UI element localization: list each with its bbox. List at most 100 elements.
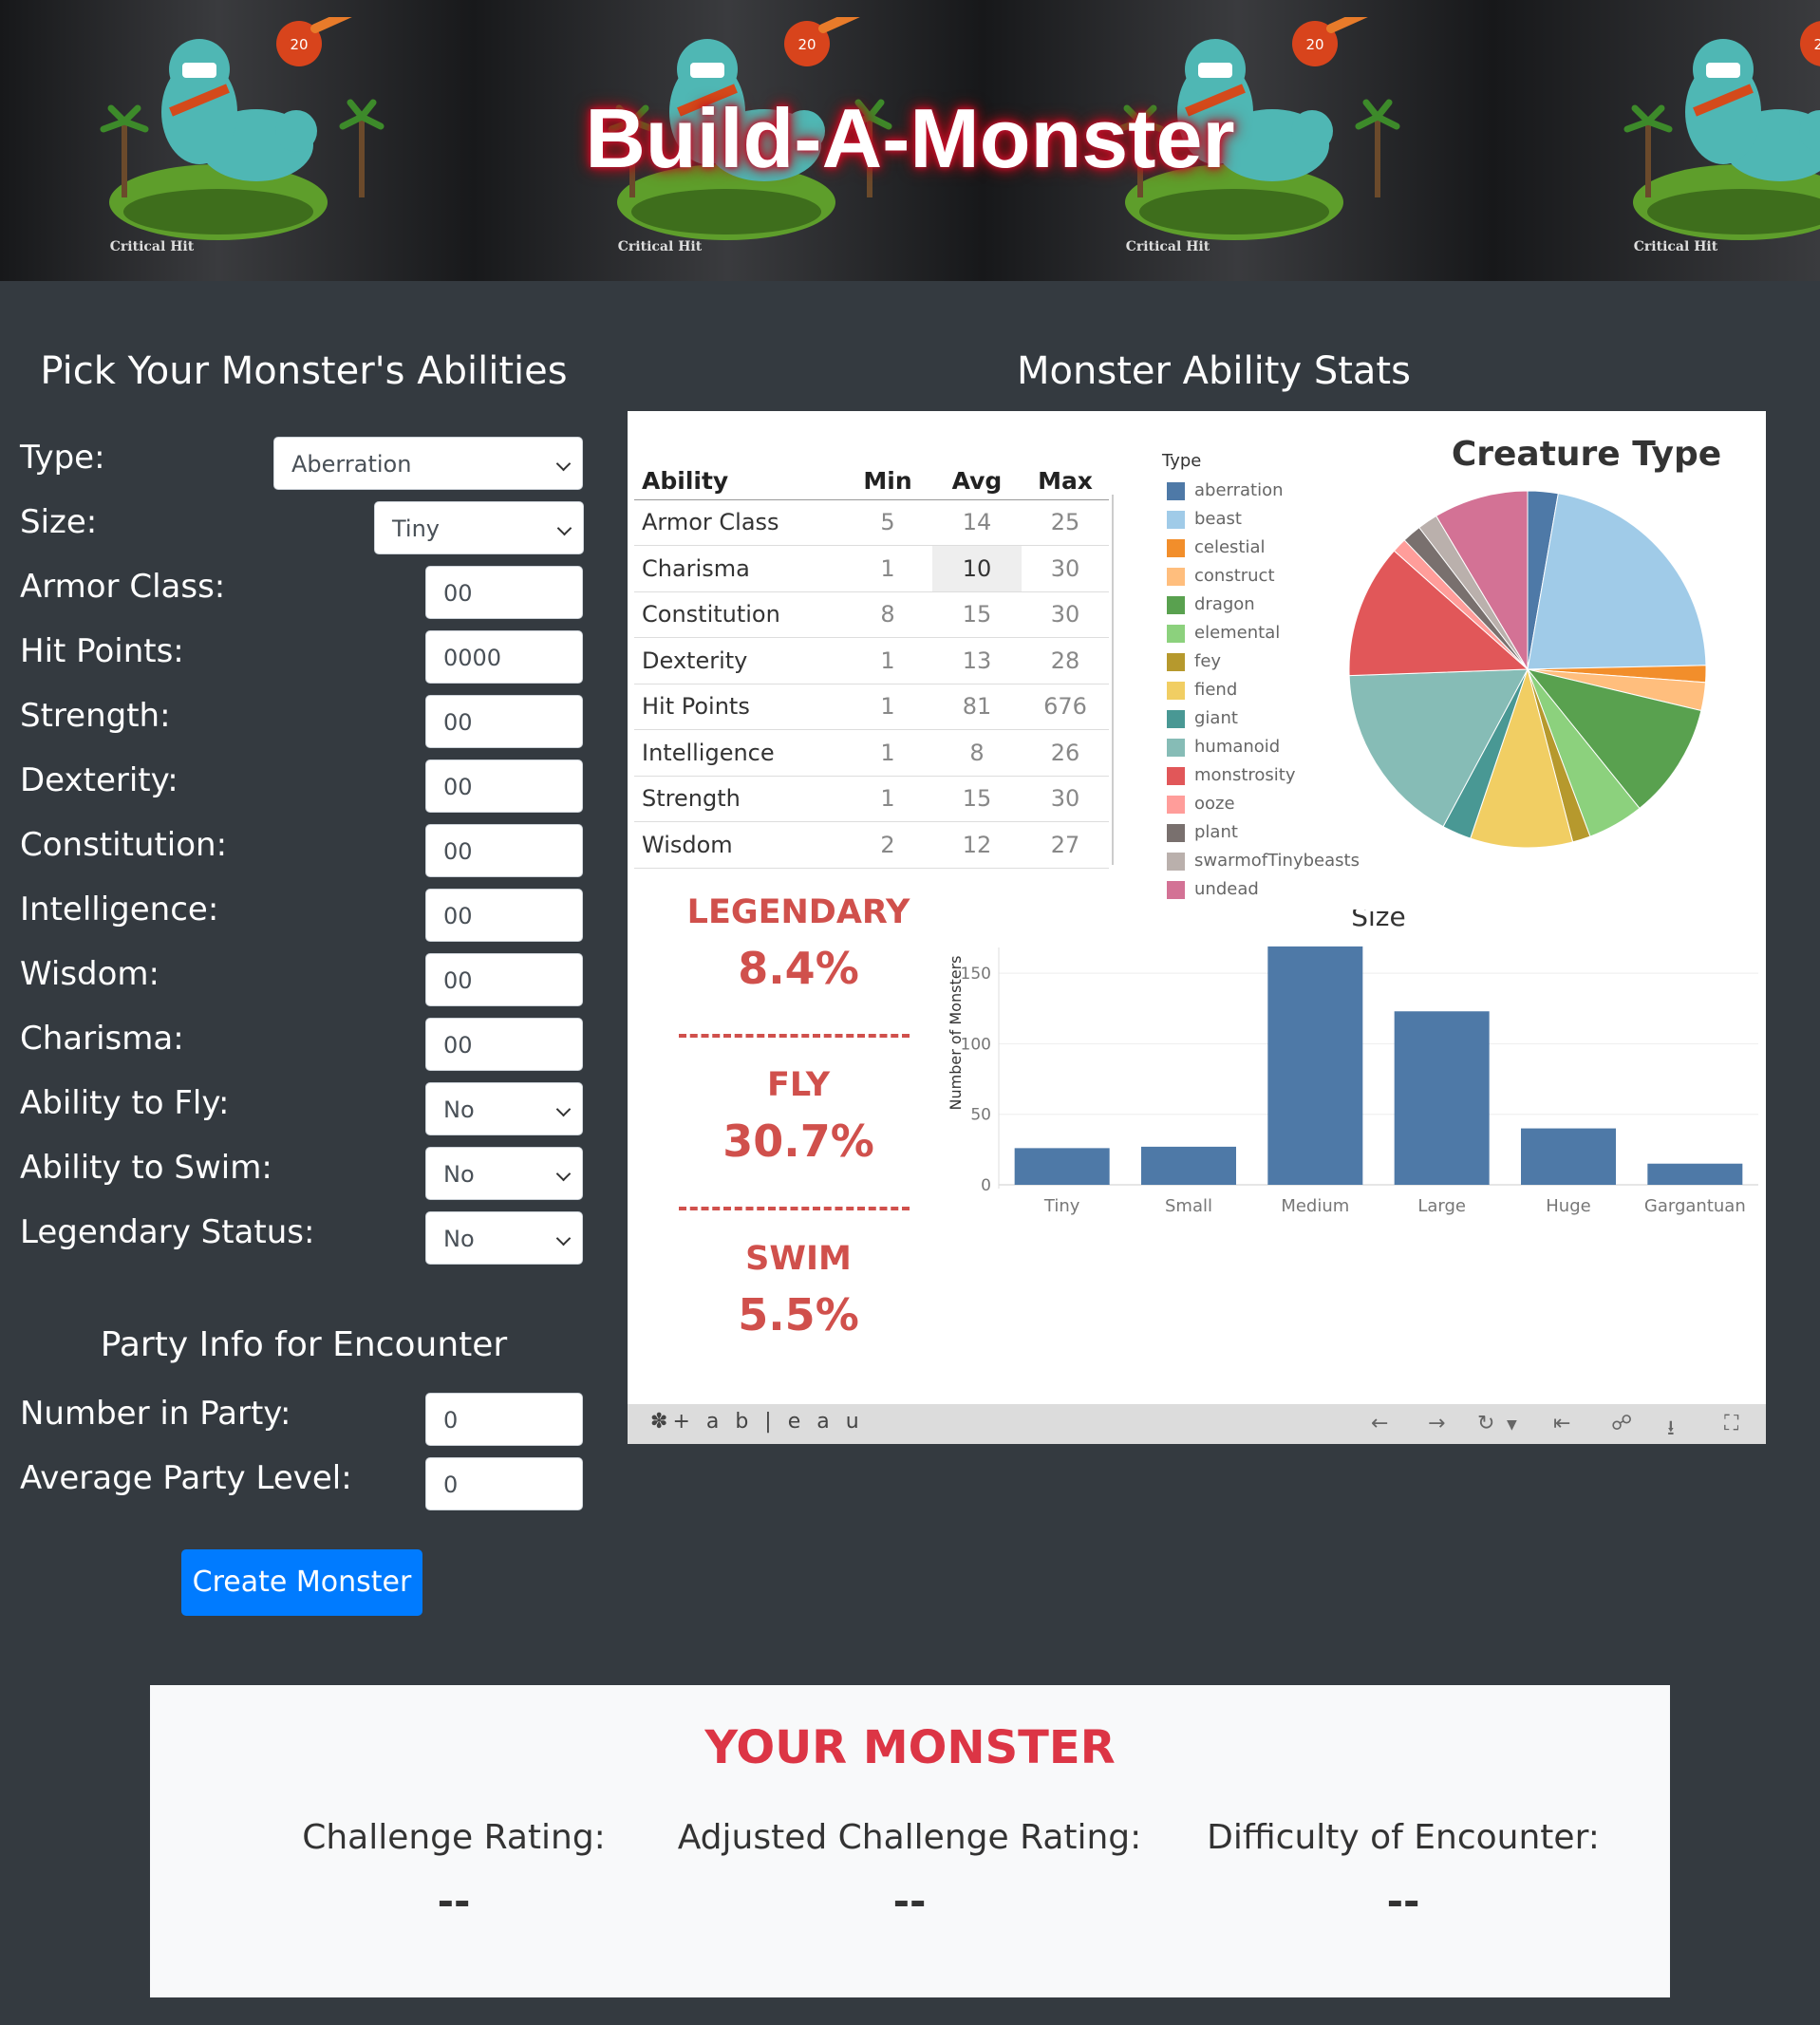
fullscreen-icon[interactable]: ⛶ [1724,1412,1738,1435]
swim-kpi-title: SWIM [745,1240,852,1278]
constitution-input[interactable]: 00 [425,824,583,877]
stat-cell: 28 [1022,637,1109,684]
stat-cell: 27 [1022,821,1109,869]
legend-swatch [1167,881,1185,899]
constitution-label: Constitution: [20,826,228,864]
stat-cell: 1 [843,684,932,730]
legend-swatch [1167,625,1185,643]
bar-large[interactable] [1394,1011,1490,1185]
stat-cell: 14 [932,499,1022,546]
bar-gargantuan[interactable] [1647,1163,1743,1185]
average-party-level-input[interactable]: 0 [425,1457,583,1510]
d20-die-label: 20 [1305,36,1323,53]
armor-class-label: Armor Class: [20,568,226,606]
ability-name-cell: Dexterity [634,637,843,684]
revert-icon[interactable]: ↻ [1477,1412,1494,1435]
number-in-party-input[interactable]: 0 [425,1393,583,1446]
bar-small[interactable] [1141,1146,1236,1185]
challenge-rating-label: Challenge Rating: [302,1818,606,1857]
hit-points-input[interactable]: 0000 [425,630,583,684]
pie-slice-beast[interactable] [1527,493,1707,670]
stat-cell: 30 [1022,545,1109,592]
undo-icon[interactable]: ← [1371,1412,1388,1435]
tableau-toolbar: ✽+ a b | e a u ← → ↻ ▼ ⇤ ☍ ⭳ ⛶ [628,1404,1766,1444]
stat-cell: 12 [932,821,1022,869]
tableau-logo-icon: ✽ [650,1410,673,1434]
intelligence-input[interactable]: 00 [425,889,583,942]
table-row[interactable]: Intelligence 1 8 26 [634,729,1109,777]
download-icon[interactable]: ⭳ [1667,1412,1675,1444]
strength-input[interactable]: 00 [425,695,583,748]
tile-caption: Critical Hit [1633,239,1718,254]
charisma-input[interactable]: 00 [425,1018,583,1071]
table-row[interactable]: Wisdom 2 12 27 [634,821,1109,869]
legendary-kpi-value: 8.4% [738,943,859,994]
share-icon[interactable]: ☍ [1611,1412,1632,1435]
x-tick-label: Tiny [1043,1196,1080,1216]
tile-caption: Critical Hit [617,239,703,254]
kpi-divider [679,1034,910,1038]
x-tick-label: Small [1165,1196,1212,1216]
bar-medium[interactable] [1267,946,1363,1185]
swim-kpi-value: 5.5% [738,1289,859,1341]
legendary-status-label: Legendary Status: [20,1213,315,1251]
ability-name-cell: Charisma [634,545,843,592]
table-row[interactable]: Armor Class 5 14 25 [634,499,1109,546]
difficulty-label: Difficulty of Encounter: [1207,1818,1600,1857]
tableau-logo-text: + a b | e a u [672,1410,864,1434]
x-tick-label: Medium [1281,1196,1349,1216]
ability-name-cell: Armor Class [634,499,843,546]
ability-to-fly-select[interactable]: No [425,1082,583,1135]
revert-dropdown-icon[interactable]: ▼ [1507,1417,1517,1433]
stat-cell: 1 [843,776,932,822]
fly-kpi-title: FLY [766,1066,831,1104]
tableau-logo[interactable]: ✽+ a b | e a u [650,1410,864,1434]
legend-swatch [1167,653,1185,671]
table-row[interactable]: Hit Points 1 81 676 [634,684,1109,730]
bar-tiny[interactable] [1014,1148,1110,1185]
legend-swatch [1167,539,1185,557]
d20-die-label: 20 [1813,36,1820,53]
table-row[interactable]: Dexterity 1 13 28 [634,637,1109,684]
result-title: YOUR MONSTER [704,1721,1116,1774]
size-select[interactable]: Tiny [374,501,584,554]
ability-to-swim-select[interactable]: No [425,1147,583,1200]
kpi-divider [679,1207,910,1210]
dexterity-input[interactable]: 00 [425,759,583,813]
type-label: Type: [20,439,105,477]
legend-swatch [1167,568,1185,586]
legend-swatch [1167,511,1185,529]
table-row[interactable]: Charisma 1 10 30 [634,545,1109,592]
type-select[interactable]: Aberration [273,437,583,490]
reset-icon[interactable]: ⇤ [1553,1412,1570,1435]
table-row[interactable]: Strength 1 15 30 [634,776,1109,822]
bar-chart-title: Size [1351,909,1405,932]
dexterity-label: Dexterity: [20,761,178,799]
armor-class-input[interactable]: 00 [425,566,583,619]
size-bar-chart[interactable]: Size 0 50 100 150Number of Monsters Tiny Small… [942,909,1758,1289]
ability-name-cell: Intelligence [634,729,843,777]
wisdom-input[interactable]: 00 [425,953,583,1006]
redo-icon[interactable]: → [1428,1412,1445,1435]
bar-huge[interactable] [1521,1128,1616,1185]
stat-cell: 81 [932,684,1022,730]
ability-to-swim-label: Ability to Swim: [20,1149,272,1187]
stat-cell: 30 [1022,591,1109,638]
number-in-party-label: Number in Party: [20,1395,291,1433]
legend-label: construct [1194,566,1275,586]
create-monster-button[interactable]: Create Monster [181,1549,422,1616]
stat-cell: 13 [932,637,1022,684]
wisdom-label: Wisdom: [20,955,159,993]
result-card: YOUR MONSTER Challenge Rating: -- Adjust… [150,1685,1670,1997]
legend-label: swarmofTinybeasts [1194,851,1360,871]
x-tick-label: Large [1417,1196,1466,1216]
creature-type-pie-chart[interactable] [1347,489,1708,850]
intelligence-label: Intelligence: [20,891,219,928]
legend-label: monstrosity [1194,765,1296,785]
stat-cell: 676 [1022,684,1109,730]
legendary-status-select[interactable]: No [425,1211,583,1265]
legend-label: giant [1194,708,1238,728]
tableau-dashboard[interactable]: Ability Min Avg Max Armor Class 5 14 25 Char… [628,411,1766,1444]
table-row[interactable]: Constitution 8 15 30 [634,591,1109,638]
party-heading: Party Info for Encounter [100,1325,508,1364]
